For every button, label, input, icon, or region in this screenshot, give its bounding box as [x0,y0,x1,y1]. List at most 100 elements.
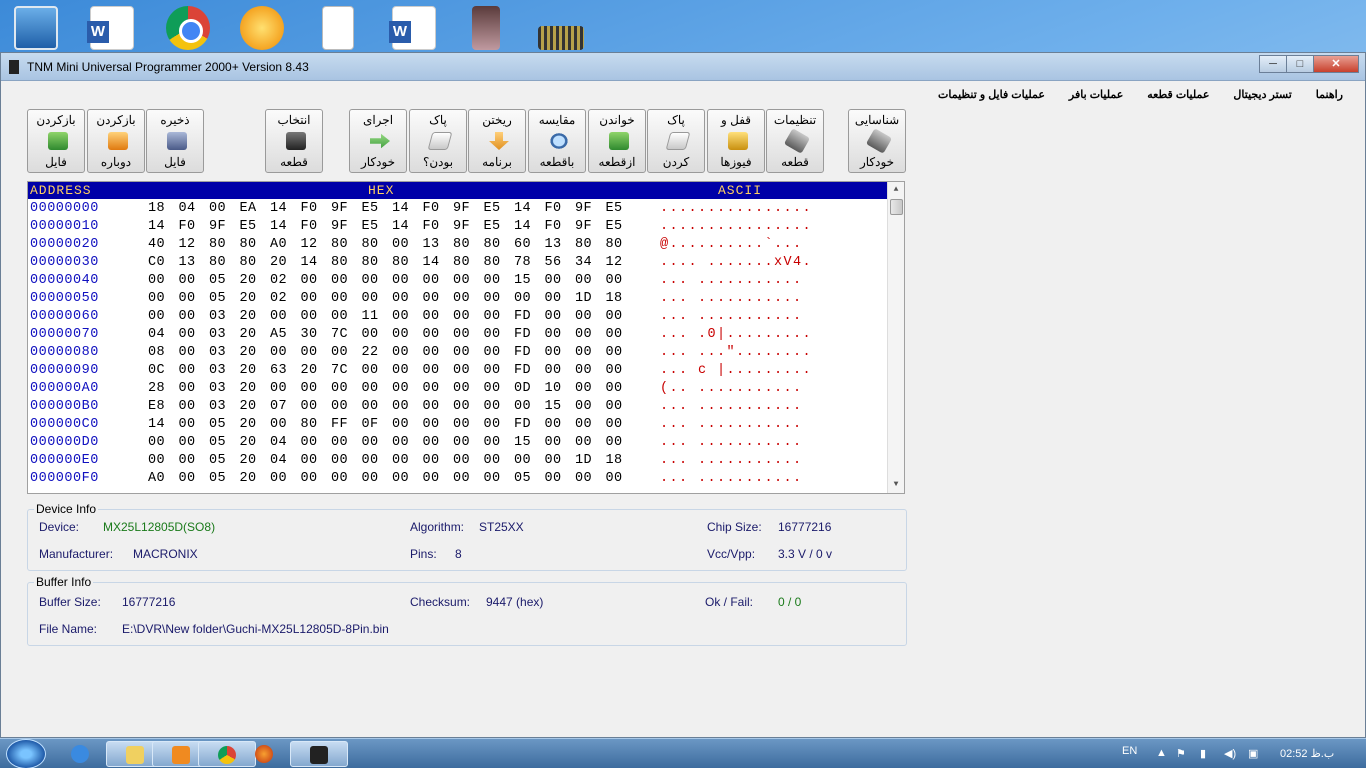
hex-row-bytes: 28 00 03 20 00 00 00 00 00 00 00 00 0D 1… [148,380,623,396]
volume-icon[interactable]: ◀) [1224,747,1236,760]
minimize-button[interactable]: ─ [1259,55,1287,73]
hex-row[interactable]: 00000040 00 00 05 20 02 00 00 00 00 00 00… [28,271,887,289]
word-document-icon[interactable] [389,6,436,50]
save-file-button[interactable]: ذخیره فایل [146,109,204,173]
hex-row[interactable]: 000000B0 E8 00 03 20 07 00 00 00 00 00 00… [28,397,887,415]
start-button-icon[interactable] [6,739,46,768]
hex-row[interactable]: 00000090 0C 00 03 20 63 20 7C 00 00 00 00… [28,361,887,379]
hex-row-address: 00000040 [30,272,99,288]
hex-row[interactable]: 000000E0 00 00 05 20 04 00 00 00 00 00 00… [28,451,887,469]
window-title: TNM Mini Universal Programmer 2000+ Vers… [27,59,309,74]
hex-row-bytes: 04 00 03 20 A5 30 7C 00 00 00 00 00 FD 0… [148,326,623,342]
hex-row-address: 000000A0 [30,380,99,396]
write-program-button[interactable]: ریختن برنامه [468,109,526,173]
hex-row-ascii: ... ..."........ [660,344,813,360]
chrome-shortcut-icon[interactable] [166,6,210,50]
close-button[interactable]: ✕ [1313,55,1359,73]
hex-row[interactable]: 00000030 C0 13 80 80 20 14 80 80 80 14 80… [28,253,887,271]
programmer-window: TNM Mini Universal Programmer 2000+ Vers… [0,52,1366,738]
blank-file-icon[interactable] [322,6,354,50]
hex-row-bytes: A0 00 05 20 00 00 00 00 00 00 00 00 05 0… [148,470,623,486]
reopen-button[interactable]: بازکردن دوباره [87,109,145,173]
okfail-label: Ok / Fail: [705,595,754,609]
circuit-file-icon[interactable] [538,26,584,50]
address-column-header: ADDRESS [30,183,92,198]
button-label-line2: فایل [45,155,67,169]
hex-editor[interactable]: ADDRESS HEX ASCII 00000000 18 04 00 EA 14… [27,181,905,494]
language-indicator[interactable]: EN [1122,745,1137,757]
hex-row[interactable]: 000000A0 28 00 03 20 00 00 00 00 00 00 00… [28,379,887,397]
gom-player-icon[interactable] [240,6,284,50]
hex-row[interactable]: 000000F0 A0 00 05 20 00 00 00 00 00 00 00… [28,469,887,487]
verify-button[interactable]: مقایسه باقطعه [528,109,586,173]
title-bar[interactable]: TNM Mini Universal Programmer 2000+ Vers… [1,53,1365,81]
hex-row-bytes: 0C 00 03 20 63 20 7C 00 00 00 00 00 FD 0… [148,362,623,378]
show-hidden-icons-icon[interactable]: ▲ [1156,747,1167,759]
photo-file-icon[interactable] [472,6,500,50]
save-disk-icon [167,132,187,150]
button-label-line2: قطعه [280,155,308,169]
manufacturer-label: Manufacturer: [39,547,114,561]
toolbar: بازکردن فایل بازکردن دوباره ذخیره فایل ا… [1,107,1365,175]
open-file-button[interactable]: بازکردن فایل [27,109,85,173]
scroll-up-icon[interactable]: ▲ [888,182,904,198]
hex-row[interactable]: 00000070 04 00 03 20 A5 30 7C 00 00 00 00… [28,325,887,343]
menu-buffer[interactable]: عملیات بافر [1057,88,1135,101]
blank-check-button[interactable]: پاک بودن؟ [409,109,467,173]
menu-chip[interactable]: عملیات قطعه [1135,88,1221,101]
hex-row[interactable]: 00000000 18 04 00 EA 14 F0 9F E5 14 F0 9F… [28,199,887,217]
select-chip-button[interactable]: انتخاب قطعه [265,109,323,173]
network-icon[interactable]: ▮ [1200,747,1206,760]
button-label-line1: خواندن [599,113,635,127]
menu-digital-tester[interactable]: تستر دیجیتال [1221,88,1303,101]
hex-row[interactable]: 00000020 40 12 80 80 A0 12 80 80 00 13 80… [28,235,887,253]
clock[interactable]: 02:52 ب.ظ [1280,747,1334,760]
power-icon[interactable]: ▣ [1248,747,1258,760]
hex-row-bytes: 14 F0 9F E5 14 F0 9F E5 14 F0 9F E5 14 F… [148,218,623,234]
read-chip-button[interactable]: خواندن ازقطعه [588,109,646,173]
hex-row-address: 00000050 [30,290,99,306]
hex-row[interactable]: 00000010 14 F0 9F E5 14 F0 9F E5 14 F0 9F… [28,217,887,235]
computer-icon[interactable] [14,6,58,50]
auto-detect-button[interactable]: شناسایی خودکار [848,109,906,173]
maximize-button[interactable]: □ [1286,55,1314,73]
word-document-icon[interactable] [87,6,134,50]
hex-row-ascii: ... ........... [660,290,803,306]
open-folder-icon [48,132,68,150]
hex-row-bytes: 14 00 05 20 00 80 FF 0F 00 00 00 00 FD 0… [148,416,623,432]
hex-row-ascii: ... .0|......... [660,326,813,342]
hex-row[interactable]: 00000060 00 00 03 20 00 00 00 11 00 00 00… [28,307,887,325]
hex-rows: 00000000 18 04 00 EA 14 F0 9F E5 14 F0 9F… [28,199,887,487]
flag-icon[interactable]: ⚑ [1176,747,1186,760]
hex-row-bytes: C0 13 80 80 20 14 80 80 80 14 80 80 78 5… [148,254,623,270]
hex-scrollbar[interactable]: ▲ ▼ [887,182,904,493]
hex-row[interactable]: 000000C0 14 00 05 20 00 80 FF 0F 00 00 00… [28,415,887,433]
button-label-line1: پاک [667,113,685,127]
hex-row[interactable]: 00000080 08 00 03 20 00 00 00 22 00 00 00… [28,343,887,361]
chip-settings-button[interactable]: تنظیمات قطعه [766,109,824,173]
ie-icon[interactable] [60,741,100,767]
hex-row-address: 000000E0 [30,452,99,468]
hex-row[interactable]: 00000050 00 00 05 20 02 00 00 00 00 00 00… [28,289,887,307]
hex-row-address: 00000080 [30,344,99,360]
hex-row[interactable]: 000000D0 00 00 05 20 04 00 00 00 00 00 00… [28,433,887,451]
menu-file-settings[interactable]: عملیات فایل و تنظیمات [926,88,1057,101]
hex-row-bytes: 18 04 00 EA 14 F0 9F E5 14 F0 9F E5 14 F… [148,200,623,216]
ascii-column-header: ASCII [718,183,763,198]
auto-run-button[interactable]: اجرای خودکار [349,109,407,173]
button-label-line1: ذخیره [160,113,190,127]
hex-row-ascii: ... ........... [660,272,803,288]
hex-row-address: 00000030 [30,254,99,270]
hex-row-ascii: ... ........... [660,452,803,468]
chip-size-label: Chip Size: [707,520,762,534]
hex-row-address: 00000060 [30,308,99,324]
firefox-icon[interactable] [244,741,284,767]
erase-button[interactable]: پاک کردن [647,109,705,173]
scroll-down-icon[interactable]: ▼ [888,477,904,493]
menu-help[interactable]: راهنما [1304,88,1355,101]
lock-fuses-button[interactable]: قفل و فیوزها [707,109,765,173]
hex-row-bytes: 40 12 80 80 A0 12 80 80 00 13 80 80 60 1… [148,236,623,252]
tnm-chip-icon[interactable] [290,741,348,767]
scroll-thumb[interactable] [890,199,903,215]
device-value: MX25L12805D(SO8) [103,520,216,534]
